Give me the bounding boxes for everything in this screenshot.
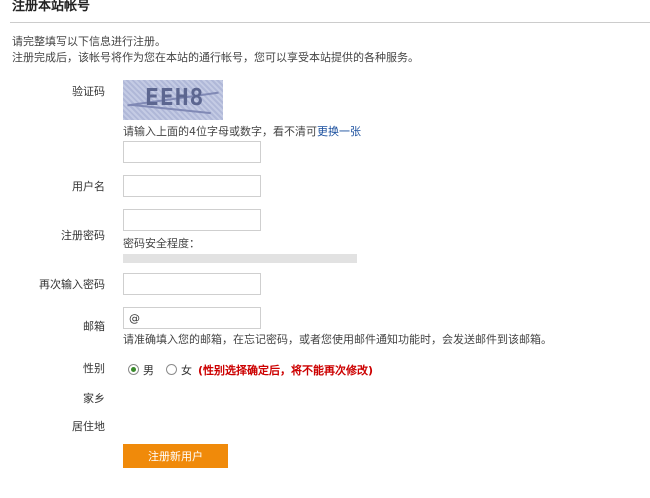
intro-text-detail: 注册完成后，该帐号将作为您在本站的通行帐号，您可以享受本站提供的各种服务。 xyxy=(12,51,419,64)
title-divider xyxy=(10,22,650,23)
residence-label: 居住地 xyxy=(72,420,105,433)
password-strength-bar xyxy=(123,254,357,263)
gender-warning-note: (性别选择确定后，将不能再次修改) xyxy=(198,364,374,377)
captcha-label: 验证码 xyxy=(72,85,105,98)
gender-option-female-label[interactable]: 女 xyxy=(181,362,192,378)
page-title: 注册本站帐号 xyxy=(12,0,91,14)
intro-text: 请完整填写以下信息进行注册。 xyxy=(12,35,166,48)
username-label: 用户名 xyxy=(72,180,105,193)
captcha-hint-text: 请输入上面的4位字母或数字，看不清可 xyxy=(123,125,317,138)
gender-radio-female[interactable] xyxy=(166,364,177,375)
gender-radio-male[interactable] xyxy=(128,364,139,375)
username-input[interactable] xyxy=(123,175,261,197)
captcha-image-text: EEH8 xyxy=(145,85,205,111)
email-input[interactable] xyxy=(123,307,261,329)
captcha-input[interactable] xyxy=(123,141,261,163)
email-label: 邮箱 xyxy=(83,320,105,333)
register-submit-button[interactable]: 注册新用户 xyxy=(123,444,228,468)
gender-option-male-label[interactable]: 男 xyxy=(143,362,154,378)
password-label: 注册密码 xyxy=(61,229,105,242)
hometown-label: 家乡 xyxy=(83,392,105,405)
captcha-refresh-link[interactable]: 更换一张 xyxy=(317,125,361,138)
gender-label: 性别 xyxy=(83,362,105,375)
password-strength-label: 密码安全程度： xyxy=(123,237,200,250)
password-confirm-input[interactable] xyxy=(123,273,261,295)
captcha-hint: 请输入上面的4位字母或数字，看不清可更换一张 xyxy=(123,123,361,139)
captcha-image[interactable]: EEH8 xyxy=(123,80,223,120)
email-hint: 请准确填入您的邮箱，在忘记密码，或者您使用邮件通知功能时，会发送邮件到该邮箱。 xyxy=(123,333,552,346)
password-confirm-label: 再次输入密码 xyxy=(39,278,105,291)
password-input[interactable] xyxy=(123,209,261,231)
